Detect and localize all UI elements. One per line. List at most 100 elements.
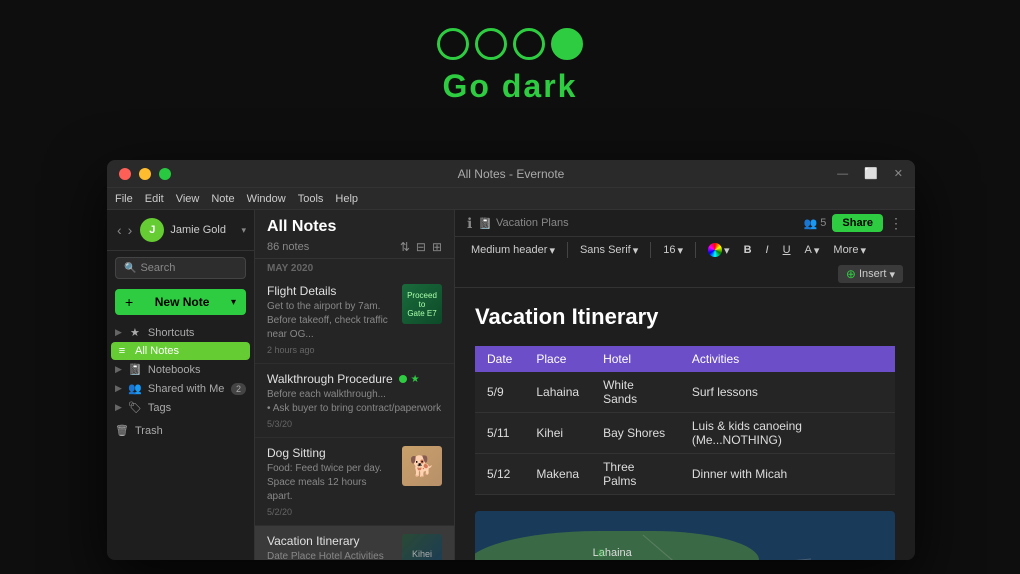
more-format-button[interactable]: More ▾	[829, 242, 870, 259]
logo-circle-1	[437, 28, 469, 60]
close-button[interactable]	[119, 168, 131, 180]
filter-icon[interactable]: ⊟	[416, 240, 426, 254]
font-family-dropdown[interactable]: Sans Serif ▾	[576, 242, 642, 259]
menu-note[interactable]: Note	[211, 193, 234, 205]
map-label-thumb: Kihei	[412, 549, 432, 559]
color-dropdown-icon: ▾	[724, 244, 730, 257]
main-layout: ‹ › J Jamie Gold ▾ 🔍 Search + New Note ▾…	[107, 210, 915, 560]
share-button[interactable]: Share	[832, 214, 883, 232]
new-note-button[interactable]: + New Note ▾	[115, 289, 246, 315]
sidebar-item-all-notes[interactable]: ≡ All Notes	[111, 342, 250, 360]
notebook-path-label[interactable]: Vacation Plans	[496, 217, 569, 229]
size-dropdown-icon: ▾	[678, 244, 684, 257]
font-size-label: 16	[663, 244, 675, 256]
shortcuts-icon: ★	[128, 326, 142, 339]
menu-edit[interactable]: Edit	[145, 193, 164, 205]
notes-panel-title: All Notes	[267, 218, 442, 236]
more-format-label: More	[833, 244, 858, 256]
color-picker-button[interactable]: ▾	[704, 241, 734, 259]
walkthrough-badge	[399, 375, 407, 383]
sort-icon[interactable]: ⇅	[400, 240, 410, 254]
sidebar-item-tags[interactable]: ▶ 🏷 Tags	[107, 398, 254, 417]
header-dropdown-icon: ▾	[549, 244, 555, 257]
menu-window[interactable]: Window	[247, 193, 286, 205]
note-content-vacation: Vacation Itinerary Date Place Hotel Acti…	[267, 534, 394, 560]
note-content-walkthrough: Walkthrough Procedure ★ Before each walk…	[267, 372, 442, 429]
more-options-button[interactable]: ⋮	[889, 215, 903, 232]
tags-icon: 🏷	[128, 401, 142, 414]
notes-list: All Notes 86 notes ⇅ ⊟ ⊞ MAY 2020 Flight…	[255, 210, 455, 560]
sidebar-item-trash[interactable]: 🗑 Trash	[107, 421, 254, 440]
row3-date: 5/12	[475, 454, 524, 495]
note-item-walkthrough[interactable]: Walkthrough Procedure ★ Before each walk…	[255, 364, 454, 438]
table-row-3: 5/12 Makena Three Palms Dinner with Mica…	[475, 454, 895, 495]
italic-button[interactable]: I	[762, 242, 773, 258]
logo-icons	[437, 28, 583, 60]
insert-label: Insert	[859, 268, 887, 280]
header-style-label: Medium header	[471, 244, 547, 256]
menu-help[interactable]: Help	[335, 193, 358, 205]
font-color-button[interactable]: A ▾	[801, 242, 824, 259]
sidebar-item-notebooks[interactable]: ▶ 📓 Notebooks	[107, 360, 254, 379]
font-color-dropdown: ▾	[814, 244, 820, 257]
note-preview-walkthrough: Before each walkthrough...• Ask buyer to…	[267, 388, 442, 416]
minimize-button[interactable]	[139, 168, 151, 180]
search-label: Search	[140, 262, 175, 274]
forward-arrow[interactable]: ›	[126, 222, 135, 238]
back-arrow[interactable]: ‹	[115, 222, 124, 238]
user-avatar[interactable]: J	[140, 218, 164, 242]
font-size-dropdown[interactable]: 16 ▾	[659, 242, 687, 259]
sidebar-nav: ▶ ★ Shortcuts ≡ All Notes ▶ 📓 Notebooks …	[107, 319, 254, 560]
row1-place: Lahaina	[524, 372, 591, 413]
walkthrough-star: ★	[411, 374, 420, 385]
notes-meta: 86 notes ⇅ ⊟ ⊞	[267, 240, 442, 254]
notes-header: All Notes 86 notes ⇅ ⊟ ⊞	[255, 210, 454, 259]
users-count: 5	[820, 217, 826, 229]
shortcuts-label: Shortcuts	[148, 327, 194, 339]
sidebar-item-shortcuts[interactable]: ▶ ★ Shortcuts	[107, 323, 254, 342]
underline-button[interactable]: U	[779, 242, 795, 258]
note-thumb-dog: 🐕	[402, 446, 442, 486]
users-icon: 👥	[804, 217, 818, 230]
row2-date: 5/11	[475, 413, 524, 454]
close-icon[interactable]: ✕	[894, 167, 903, 180]
vacation-table: Date Place Hotel Activities 5/9 Lahaina …	[475, 346, 895, 495]
editor-top-toolbar: ℹ 📓 Vacation Plans 👥 5 Share ⋮	[455, 210, 915, 237]
note-item-vacation[interactable]: Vacation Itinerary Date Place Hotel Acti…	[255, 526, 454, 560]
insert-button[interactable]: ⊕ Insert ▾	[838, 265, 903, 283]
note-item-flight[interactable]: Flight Details Get to the airport by 7am…	[255, 276, 454, 364]
menu-view[interactable]: View	[176, 193, 200, 205]
note-preview-dog: Food: Feed twice per day. Space meals 12…	[267, 462, 394, 504]
search-box[interactable]: 🔍 Search	[115, 257, 246, 279]
note-content-flight: Flight Details Get to the airport by 7am…	[267, 284, 394, 355]
new-note-dropdown[interactable]: ▾	[231, 297, 236, 308]
document-title[interactable]: Vacation Itinerary	[475, 304, 895, 330]
table-row-2: 5/11 Kihei Bay Shores Luis & kids canoei…	[475, 413, 895, 454]
editor-content: Vacation Itinerary Date Place Hotel Acti…	[455, 288, 915, 560]
minimize-icon[interactable]: —	[837, 168, 848, 180]
toolbar-sep-1	[567, 242, 568, 258]
note-date-dog: 5/2/20	[267, 507, 394, 517]
note-preview-vacation: Date Place Hotel Activities	[267, 550, 394, 560]
maximize-button[interactable]	[159, 168, 171, 180]
maximize-icon[interactable]: ⬜	[864, 167, 878, 180]
menu-tools[interactable]: Tools	[298, 193, 324, 205]
note-item-dog[interactable]: Dog Sitting Food: Feed twice per day. Sp…	[255, 438, 454, 526]
title-bar-right: — ⬜ ✕	[837, 167, 903, 180]
row1-hotel: White Sands	[591, 372, 680, 413]
table-row-1: 5/9 Lahaina White Sands Surf lessons	[475, 372, 895, 413]
row2-place: Kihei	[524, 413, 591, 454]
bold-button[interactable]: B	[740, 242, 756, 258]
note-date-walkthrough: 5/3/20	[267, 419, 442, 429]
note-info-icon[interactable]: ℹ	[467, 215, 472, 232]
menu-file[interactable]: File	[115, 193, 133, 205]
header-style-dropdown[interactable]: Medium header ▾	[467, 242, 559, 259]
sidebar-item-shared[interactable]: ▶ 👥 Shared with Me 2	[107, 379, 254, 398]
user-dropdown-icon[interactable]: ▾	[241, 225, 246, 236]
editor-actions: 👥 5 Share ⋮	[804, 214, 903, 232]
title-bar: All Notes - Evernote — ⬜ ✕	[107, 160, 915, 188]
user-name[interactable]: Jamie Gold	[170, 224, 235, 236]
view-icon[interactable]: ⊞	[432, 240, 442, 254]
note-date-flight: 2 hours ago	[267, 345, 394, 355]
tagline-highlight: dark	[502, 68, 578, 104]
